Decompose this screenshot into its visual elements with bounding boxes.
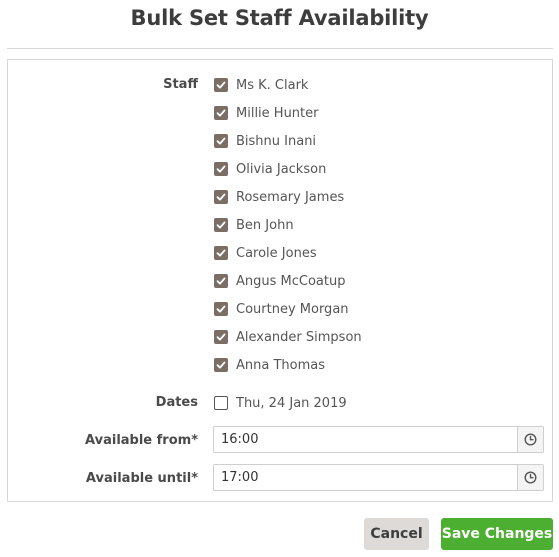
staff-option-label: Ben John [236, 217, 294, 233]
staff-option[interactable]: Anna Thomas [214, 355, 325, 375]
staff-option-label: Rosemary James [236, 189, 345, 205]
form-panel: Staff Ms K. Clark Millie Hunter Bishnu Ina… [7, 59, 553, 502]
staff-checkbox[interactable] [214, 246, 228, 260]
available-until-label: Available until* [85, 471, 198, 486]
checkmark-icon [216, 249, 226, 257]
staff-option-label: Ms K. Clark [236, 77, 309, 93]
title-divider [7, 48, 553, 49]
staff-option[interactable]: Angus McCoatup [214, 271, 345, 291]
staff-option-label: Angus McCoatup [236, 273, 346, 289]
date-option[interactable]: Thu, 24 Jan 2019 [214, 393, 347, 413]
staff-option-label: Millie Hunter [236, 105, 319, 121]
staff-option-label: Anna Thomas [236, 357, 326, 373]
staff-option[interactable]: Rosemary James [214, 187, 344, 207]
checkmark-icon [216, 165, 226, 173]
staff-checkbox[interactable] [214, 330, 228, 344]
staff-option-label: Courtney Morgan [236, 301, 349, 317]
staff-option[interactable]: Alexander Simpson [214, 327, 362, 347]
date-option-label: Thu, 24 Jan 2019 [236, 395, 347, 411]
cancel-button[interactable]: Cancel [364, 518, 429, 550]
available-from-time-picker-button[interactable] [517, 427, 543, 452]
staff-option[interactable]: Carole Jones [214, 243, 317, 263]
staff-label: Staff [163, 77, 198, 92]
staff-checkbox[interactable] [214, 162, 228, 176]
clock-icon [524, 433, 537, 446]
staff-option-label: Bishnu Inani [236, 133, 317, 149]
staff-option[interactable]: Millie Hunter [214, 103, 319, 123]
save-changes-button[interactable]: Save Changes [441, 518, 553, 550]
checkmark-icon [216, 361, 226, 369]
staff-checkbox[interactable] [214, 218, 228, 232]
staff-option[interactable]: Ben John [214, 215, 294, 235]
staff-option-label: Alexander Simpson [236, 329, 362, 345]
checkmark-icon [216, 137, 226, 145]
available-until-value: 17:00 [221, 470, 259, 485]
available-until-time-picker-button[interactable] [517, 465, 543, 490]
available-from-value: 16:00 [221, 432, 259, 447]
date-checkbox[interactable] [214, 396, 228, 410]
staff-checkbox[interactable] [214, 134, 228, 148]
staff-option-label: Olivia Jackson [236, 161, 327, 177]
available-from-input[interactable]: 16:00 [213, 426, 544, 453]
checkmark-icon [216, 193, 226, 201]
clock-icon [524, 471, 537, 484]
staff-option-label: Carole Jones [236, 245, 317, 261]
staff-checkbox[interactable] [214, 106, 228, 120]
checkmark-icon [216, 109, 226, 117]
checkmark-icon [216, 221, 226, 229]
available-until-input[interactable]: 17:00 [213, 464, 544, 491]
checkmark-icon [216, 333, 226, 341]
staff-checkbox[interactable] [214, 190, 228, 204]
dates-label: Dates [155, 395, 198, 410]
staff-checkbox[interactable] [214, 274, 228, 288]
checkmark-icon [216, 305, 226, 313]
staff-checkbox[interactable] [214, 358, 228, 372]
available-from-label: Available from* [85, 433, 198, 448]
staff-checkbox[interactable] [214, 302, 228, 316]
staff-checkbox[interactable] [214, 78, 228, 92]
staff-option[interactable]: Olivia Jackson [214, 159, 326, 179]
staff-option[interactable]: Ms K. Clark [214, 75, 308, 95]
staff-option[interactable]: Courtney Morgan [214, 299, 349, 319]
checkmark-icon [216, 81, 226, 89]
dialog-title: Bulk Set Staff Availability [130, 6, 429, 30]
staff-option[interactable]: Bishnu Inani [214, 131, 316, 151]
checkmark-icon [216, 277, 226, 285]
